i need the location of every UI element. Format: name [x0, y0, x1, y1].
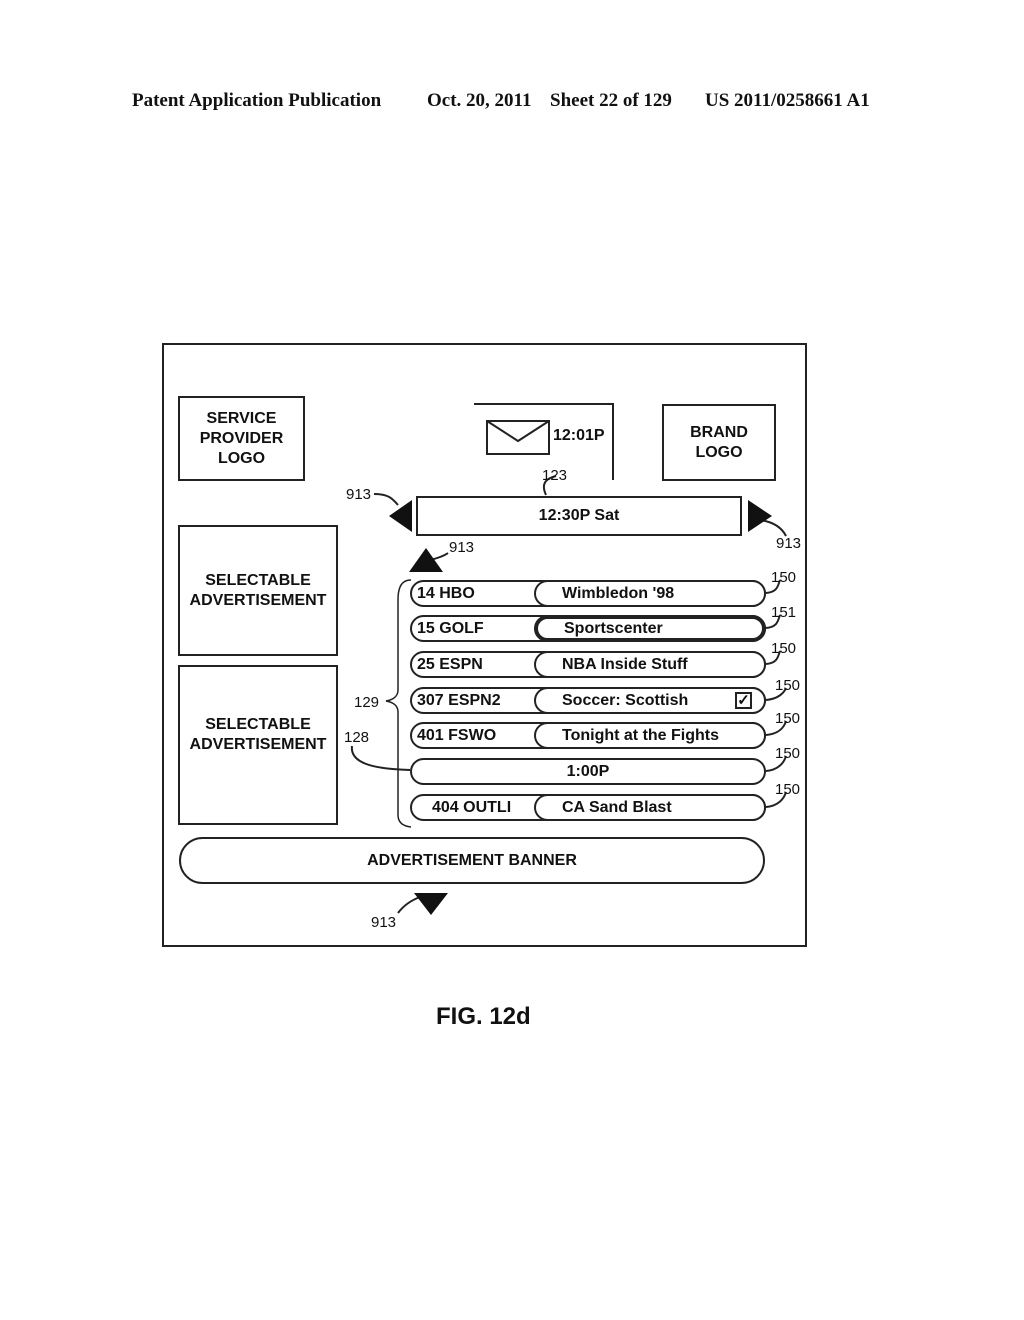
ref-150: 150: [775, 781, 801, 798]
program-label[interactable]: Soccer: Scottish: [534, 687, 766, 714]
ref-913-down: 913: [371, 914, 397, 931]
guide-row[interactable]: 401 FSWO Tonight at the Fights: [410, 722, 766, 749]
ref-128: 128: [344, 729, 370, 746]
guide-row-selected[interactable]: 15 GOLF Sportscenter: [410, 615, 766, 642]
mail-icon-flap: [486, 420, 550, 443]
ref-line-913-left: [373, 493, 399, 506]
mail-time: 12:01P: [553, 427, 605, 444]
figure-label: FIG. 12d: [436, 1003, 531, 1030]
ref-line-128: [350, 745, 411, 771]
ref-913-up: 913: [449, 539, 475, 556]
program-label[interactable]: Wimbledon '98: [534, 580, 766, 607]
guide-row[interactable]: 25 ESPN NBA Inside Stuff: [410, 651, 766, 678]
guide-row[interactable]: 404 OUTLI CA Sand Blast: [410, 794, 766, 821]
ref-line-913-right: [759, 519, 787, 537]
down-arrow-icon: [414, 893, 448, 915]
advertisement-banner[interactable]: ADVERTISEMENT BANNER: [179, 837, 765, 884]
checkbox-checked-icon[interactable]: ✓: [735, 692, 752, 709]
ref-129: 129: [354, 694, 380, 711]
ref-150: 150: [775, 745, 801, 762]
right-arrow-icon: [748, 500, 772, 532]
time-bar[interactable]: 12:30P Sat: [416, 496, 742, 536]
ref-913-right: 913: [776, 535, 802, 552]
ref-151: 151: [771, 604, 797, 621]
ref-150: 150: [771, 569, 797, 586]
up-arrow-icon: [409, 548, 443, 572]
guide-row[interactable]: 307 ESPN2 Soccer: Scottish ✓: [410, 687, 766, 714]
program-label[interactable]: NBA Inside Stuff: [534, 651, 766, 678]
ref-150: 150: [775, 710, 801, 727]
ref-123: 123: [542, 467, 568, 484]
ref-150: 150: [775, 677, 801, 694]
selectable-advertisement-1[interactable]: SELECTABLE ADVERTISEMENT: [178, 525, 338, 656]
selectable-advertisement-2[interactable]: SELECTABLE ADVERTISEMENT: [178, 665, 338, 825]
ref-150: 150: [771, 640, 797, 657]
time-divider-row: 1:00P: [410, 758, 766, 785]
ref-913-left: 913: [346, 486, 372, 503]
ref-line-913-down: [397, 896, 421, 914]
program-label[interactable]: CA Sand Blast: [534, 794, 766, 821]
program-label[interactable]: Tonight at the Fights: [534, 722, 766, 749]
left-arrow-icon: [389, 500, 412, 532]
guide-row[interactable]: 14 HBO Wimbledon '98: [410, 580, 766, 607]
program-label[interactable]: Sportscenter: [534, 615, 766, 642]
brace-129: [385, 579, 412, 828]
